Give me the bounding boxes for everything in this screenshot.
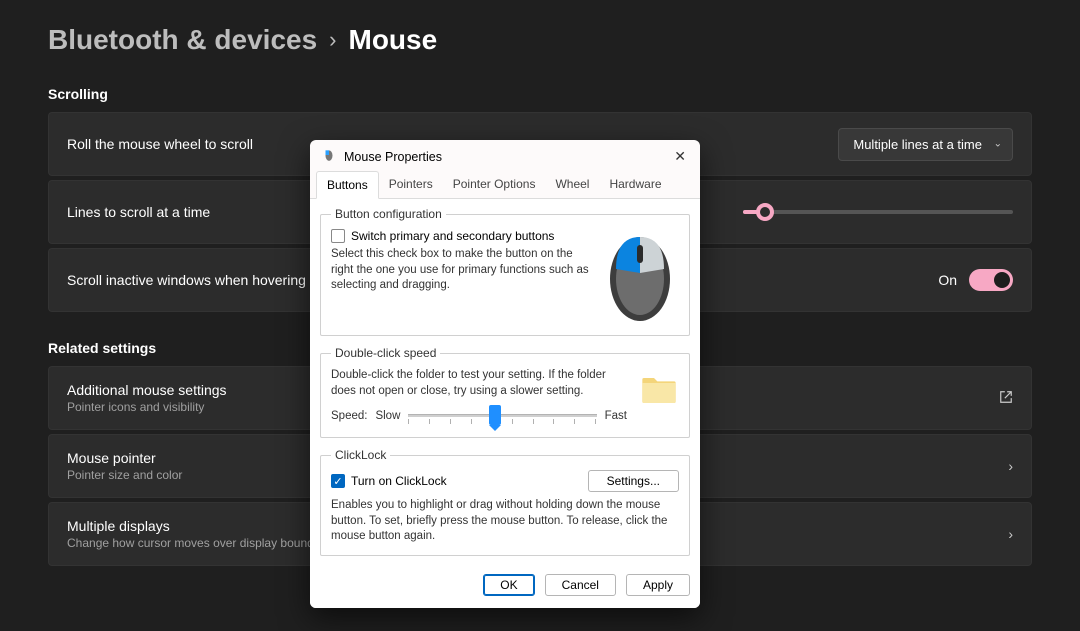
slider-thumb[interactable] [756, 203, 774, 221]
open-external-icon [999, 390, 1013, 407]
row-lines-scroll-title: Lines to scroll at a time [67, 204, 210, 220]
row-pointer-title: Mouse pointer [67, 450, 182, 466]
mouse-icon [322, 148, 336, 165]
group-double-click: Double-click speed Double-click the fold… [320, 346, 690, 438]
clicklock-checkbox[interactable]: ✓ [331, 474, 345, 488]
mouse-properties-dialog: Mouse Properties ✕ Buttons Pointers Poin… [310, 140, 700, 608]
lines-scroll-slider[interactable] [743, 210, 1013, 214]
apply-button[interactable]: Apply [626, 574, 690, 596]
clicklock-label: Turn on ClickLock [351, 474, 447, 488]
breadcrumb: Bluetooth & devices › Mouse [48, 24, 1032, 56]
speed-fast-label: Fast [605, 410, 627, 422]
test-folder-icon[interactable] [639, 368, 679, 411]
group-button-config: Button configuration Switch primary and … [320, 207, 690, 336]
chevron-down-icon: ⌄ [994, 139, 1002, 150]
tab-pointers[interactable]: Pointers [379, 171, 443, 198]
switch-buttons-checkbox[interactable] [331, 229, 345, 243]
speed-slider-thumb[interactable] [489, 405, 501, 425]
section-header-scrolling: Scrolling [48, 86, 1032, 102]
speed-slow-label: Slow [375, 410, 400, 422]
row-pointer-sub: Pointer size and color [67, 468, 182, 482]
toggle-state-label: On [938, 272, 957, 288]
chevron-right-icon: › [329, 27, 336, 53]
tab-buttons[interactable]: Buttons [316, 171, 379, 199]
row-displays-title: Multiple displays [67, 518, 340, 534]
toggle-knob [994, 272, 1010, 288]
cancel-button[interactable]: Cancel [545, 574, 616, 596]
scroll-mode-dropdown[interactable]: Multiple lines at a time ⌄ [838, 128, 1013, 161]
button-config-desc: Select this check box to make the button… [331, 247, 591, 294]
clicklock-desc: Enables you to highlight or drag without… [331, 498, 679, 545]
legend-double-click: Double-click speed [331, 346, 440, 360]
double-click-speed-slider[interactable] [408, 405, 596, 427]
breadcrumb-current: Mouse [349, 24, 438, 56]
switch-buttons-label: Switch primary and secondary buttons [351, 229, 554, 243]
close-button[interactable]: ✕ [670, 148, 690, 165]
dialog-tabs: Buttons Pointers Pointer Options Wheel H… [310, 171, 700, 199]
chevron-right-icon: › [1008, 458, 1013, 474]
legend-clicklock: ClickLock [331, 448, 390, 462]
inactive-hover-toggle[interactable] [969, 269, 1013, 291]
dialog-titlebar[interactable]: Mouse Properties ✕ [310, 140, 700, 171]
dialog-footer: OK Cancel Apply [310, 572, 700, 608]
row-additional-title: Additional mouse settings [67, 382, 227, 398]
tab-pointer-options[interactable]: Pointer Options [443, 171, 546, 198]
row-roll-wheel-title: Roll the mouse wheel to scroll [67, 136, 253, 152]
tab-wheel[interactable]: Wheel [545, 171, 599, 198]
dialog-title: Mouse Properties [344, 150, 442, 164]
legend-button-config: Button configuration [331, 207, 446, 221]
breadcrumb-parent[interactable]: Bluetooth & devices [48, 24, 317, 56]
clicklock-settings-button[interactable]: Settings... [588, 470, 679, 492]
row-additional-sub: Pointer icons and visibility [67, 400, 227, 414]
group-clicklock: ClickLock ✓ Turn on ClickLock Settings..… [320, 448, 690, 556]
row-displays-sub: Change how cursor moves over display bou… [67, 536, 340, 550]
chevron-right-icon: › [1008, 526, 1013, 542]
mouse-illustration [601, 229, 679, 325]
double-click-desc: Double-click the folder to test your set… [331, 368, 627, 399]
scroll-mode-value: Multiple lines at a time [853, 137, 982, 152]
ok-button[interactable]: OK [483, 574, 534, 596]
speed-label: Speed: [331, 410, 367, 422]
tab-hardware[interactable]: Hardware [599, 171, 671, 198]
